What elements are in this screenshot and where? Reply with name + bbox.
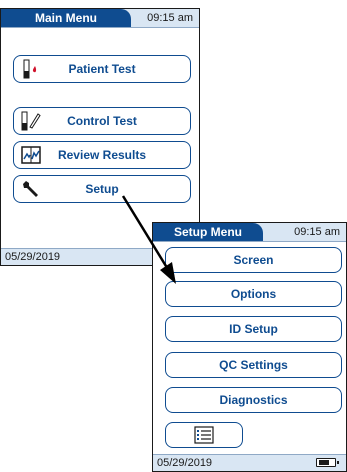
- setup-menu-screen: Setup Menu 09:15 am Screen Options ID Se…: [152, 222, 347, 472]
- qc-settings-label: QC Settings: [219, 358, 288, 372]
- patient-test-label: Patient Test: [68, 62, 136, 76]
- clock: 09:15 am: [294, 226, 340, 238]
- list-icon: [194, 426, 214, 444]
- patient-test-button[interactable]: Patient Test: [13, 55, 191, 83]
- date-display: 05/29/2019: [5, 251, 61, 263]
- test-strip-pipette-icon: [20, 111, 42, 131]
- id-setup-label: ID Setup: [229, 322, 278, 336]
- screen-button[interactable]: Screen: [165, 247, 342, 273]
- options-button[interactable]: Options: [165, 281, 342, 307]
- wrench-icon: [20, 179, 42, 199]
- qc-settings-button[interactable]: QC Settings: [165, 352, 342, 378]
- diagnostics-label: Diagnostics: [219, 393, 288, 407]
- control-test-button[interactable]: Control Test: [13, 107, 191, 135]
- date-display: 05/29/2019: [157, 457, 213, 469]
- options-label: Options: [230, 287, 277, 301]
- test-strip-blood-drop-icon: [20, 59, 42, 79]
- title-bar: Setup Menu 09:15 am: [153, 223, 346, 242]
- status-bar: 05/29/2019: [153, 454, 346, 471]
- review-results-label: Review Results: [57, 148, 147, 162]
- diagnostics-button[interactable]: Diagnostics: [165, 387, 342, 413]
- id-setup-button[interactable]: ID Setup: [165, 316, 342, 342]
- screen-label: Screen: [233, 253, 274, 267]
- setup-button[interactable]: Setup: [13, 175, 191, 203]
- page-title: Main Menu: [1, 9, 131, 27]
- battery-icon: [316, 458, 339, 467]
- clock: 09:15 am: [147, 12, 193, 24]
- title-bar: Main Menu 09:15 am: [1, 9, 199, 28]
- control-test-label: Control Test: [67, 114, 137, 128]
- page-title: Setup Menu: [153, 223, 263, 241]
- list-button[interactable]: [165, 422, 243, 448]
- results-book-icon: [20, 145, 42, 165]
- setup-label: Setup: [85, 182, 119, 196]
- review-results-button[interactable]: Review Results: [13, 141, 191, 169]
